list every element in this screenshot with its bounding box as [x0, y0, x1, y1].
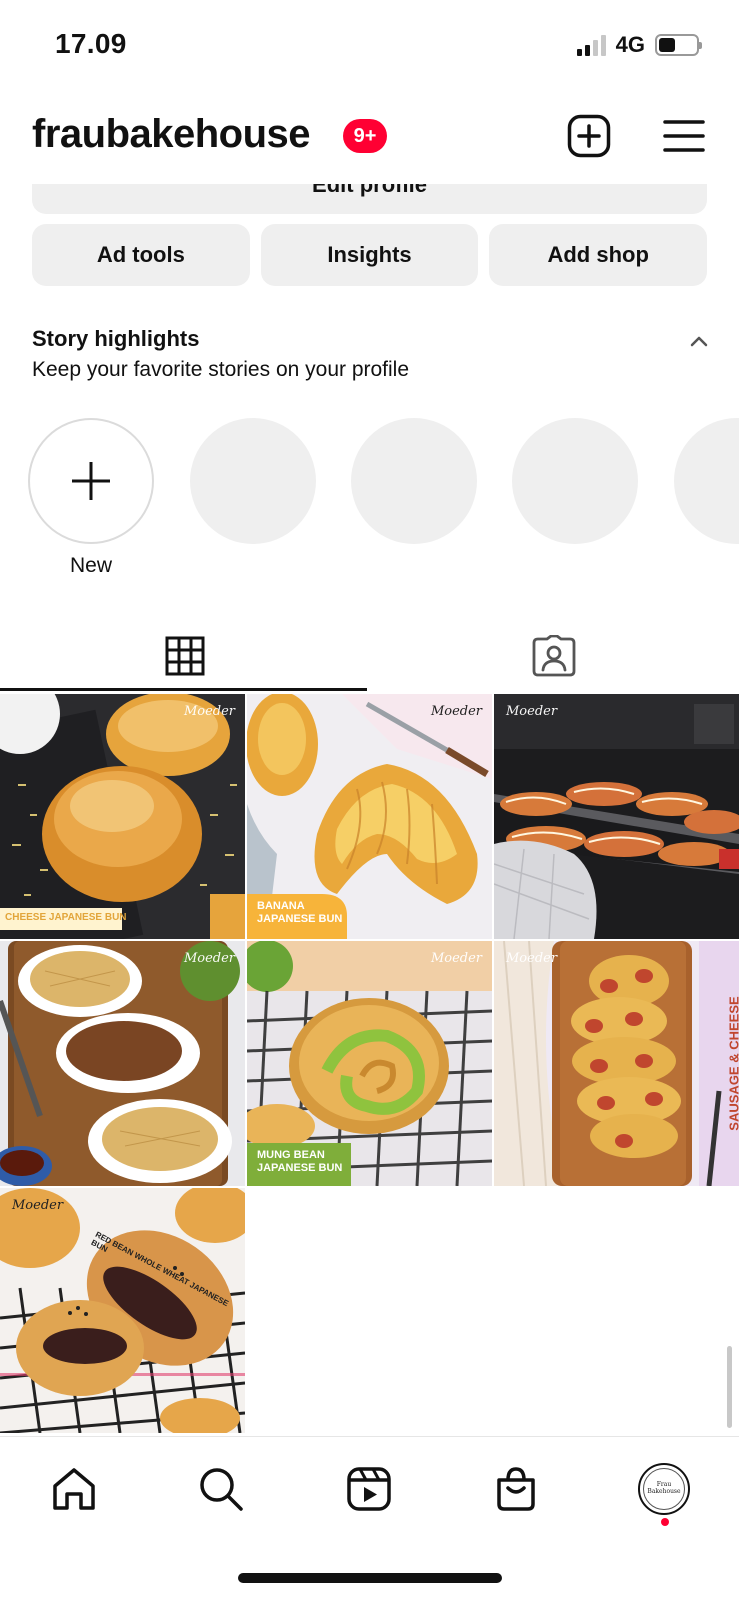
post-image: [494, 694, 739, 939]
battery-level: [659, 38, 676, 52]
profile-notification-dot: [661, 1518, 669, 1526]
new-highlight-label: New: [69, 554, 112, 577]
profile-action-row: Ad tools Insights Add shop: [32, 224, 708, 286]
grid-icon: [165, 636, 204, 676]
search-icon: [200, 1468, 243, 1511]
add-shop-button[interactable]: Add shop: [489, 224, 708, 286]
post-thumbnail[interactable]: Moeder CHEESE JAPANESE BUN: [0, 694, 245, 939]
post-thumbnail[interactable]: Moeder: [494, 694, 739, 939]
post-thumbnail[interactable]: Moeder RED BEAN WHOLE WHEAT JAPANESE BUN: [0, 1188, 245, 1433]
status-bar: 17.09 4G: [0, 0, 739, 92]
tab-tagged[interactable]: [369, 620, 738, 692]
username-switcher[interactable]: fraubakehouse: [32, 112, 311, 157]
post-caption: CHEESE JAPANESE BUN: [5, 912, 127, 923]
plus-icon: [72, 462, 110, 500]
highlights-row: New: [28, 418, 739, 578]
menu-button[interactable]: [660, 112, 708, 160]
post-caption: SAUSAGE & CHEESE: [726, 996, 739, 1131]
tagged-person-icon: [532, 635, 575, 677]
signal-icon: [576, 34, 606, 56]
post-thumbnail[interactable]: Moeder MUNG BEAN JAPANESE BUN: [247, 941, 492, 1186]
post-image: [0, 1188, 245, 1433]
battery-icon: [655, 34, 702, 56]
highlight-placeholder: [674, 418, 739, 544]
ad-tools-button[interactable]: Ad tools: [32, 224, 250, 286]
new-highlight-button[interactable]: [28, 418, 154, 544]
edit-profile-button[interactable]: Edit profile: [32, 184, 707, 214]
avatar-logo: Frau Bakehouse: [643, 1468, 685, 1510]
post-watermark: Moeder: [430, 704, 482, 719]
post-image: [0, 694, 245, 939]
status-time: 17.09: [55, 28, 127, 59]
nav-reels[interactable]: [339, 1459, 399, 1519]
notification-badge: 9+: [343, 119, 387, 153]
plus-square-icon: [567, 114, 611, 158]
post-thumbnail[interactable]: Moeder SAUSAGE & CHEESE: [494, 941, 739, 1186]
chevron-up-icon[interactable]: [688, 330, 710, 352]
active-tab-indicator: [0, 688, 367, 691]
post-watermark: Moeder: [12, 1198, 64, 1213]
highlight-placeholder: [190, 418, 316, 544]
highlight-placeholder: [512, 418, 638, 544]
post-watermark: Moeder: [430, 951, 482, 966]
hamburger-icon: [663, 120, 705, 152]
nav-profile[interactable]: Frau Bakehouse: [634, 1459, 694, 1519]
status-indicators: 4G: [576, 32, 702, 58]
home-icon: [53, 1468, 95, 1510]
post-caption: MUNG BEAN JAPANESE BUN: [257, 1149, 343, 1174]
profile-header: fraubakehouse 9+: [0, 100, 739, 180]
shopping-bag-icon: [497, 1467, 535, 1511]
post-watermark: Moeder: [183, 951, 235, 966]
edit-profile-label: Edit profile: [312, 184, 427, 197]
create-button[interactable]: [565, 112, 613, 160]
post-thumbnail[interactable]: Moeder: [0, 941, 245, 1186]
network-label: 4G: [615, 32, 645, 57]
nav-home[interactable]: [44, 1459, 104, 1519]
post-caption: BANANA JAPANESE BUN: [257, 900, 343, 925]
post-watermark: Moeder: [506, 704, 558, 719]
highlight-placeholder: [351, 418, 477, 544]
insights-button[interactable]: Insights: [260, 224, 479, 286]
home-indicator[interactable]: [238, 1573, 502, 1583]
post-image: [494, 941, 739, 1186]
post-image: [0, 941, 245, 1186]
tab-grid[interactable]: [0, 620, 369, 692]
bottom-navigation: Frau Bakehouse: [0, 1436, 739, 1536]
post-watermark: Moeder: [183, 704, 235, 719]
post-watermark: Moeder: [506, 951, 558, 966]
scrollbar[interactable]: [727, 1346, 732, 1428]
reels-icon: [347, 1467, 391, 1511]
nav-search[interactable]: [191, 1459, 251, 1519]
highlights-title: Story highlights: [32, 326, 200, 351]
post-thumbnail[interactable]: Moeder BANANA JAPANESE BUN: [247, 694, 492, 939]
profile-tabs: [0, 620, 739, 692]
highlights-subtitle: Keep your favorite stories on your profi…: [32, 358, 410, 381]
nav-shop[interactable]: [486, 1459, 546, 1519]
profile-avatar: Frau Bakehouse: [638, 1463, 690, 1515]
